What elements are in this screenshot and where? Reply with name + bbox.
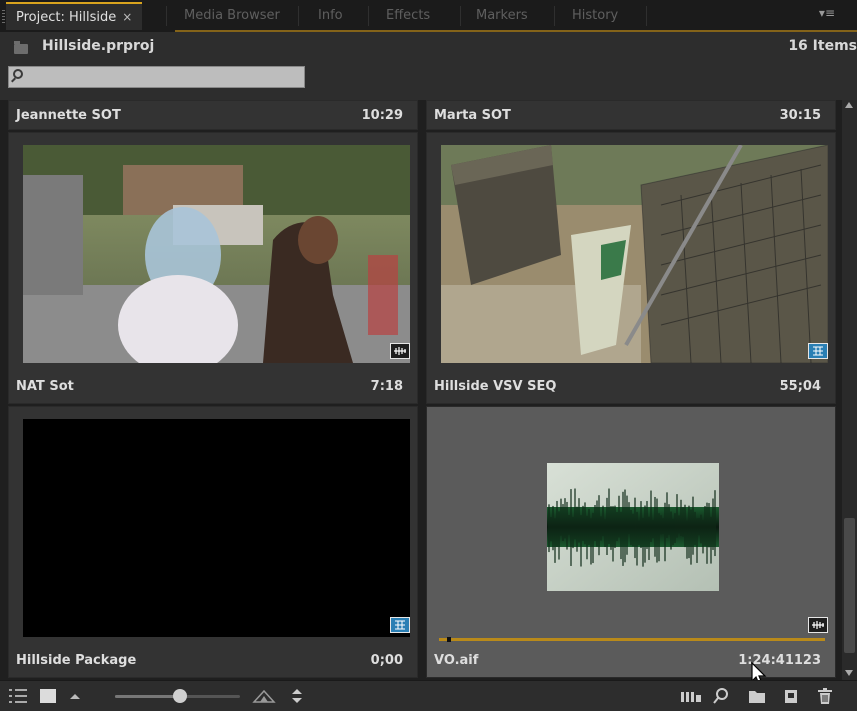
item-name: VO.aif [434,653,479,668]
tab-label: Media Browser [184,8,280,23]
new-item-icon[interactable] [782,687,800,705]
playhead-scrub-bar[interactable] [439,637,825,642]
search-box[interactable] [8,66,305,89]
tab-divider [368,6,369,26]
item-name: Hillside VSV SEQ [434,379,557,394]
tab-divider [554,6,555,26]
tab-divider [646,6,647,26]
tab-project-hillside[interactable]: Project: Hillside × [6,2,143,30]
project-header: Hillside.prproj 16 Items [0,32,857,100]
zoom-slider-fill [115,695,180,698]
tab-markers[interactable]: Markers [466,2,538,30]
grid-item[interactable]: Hillside Package 0;00 [8,406,418,678]
tab-effects[interactable]: Effects [376,2,440,30]
sequence-icon [808,343,828,359]
grid-item[interactable]: Marta SOT 30:15 [426,100,836,130]
zoom-slider-handle[interactable] [173,689,187,703]
scrollbar-thumb[interactable] [844,518,855,653]
tab-history[interactable]: History [562,2,628,30]
panel-menu-icon[interactable]: ▾≡ [819,6,835,20]
zoom-out-icon[interactable] [68,687,82,705]
video-thumbnail [441,145,828,363]
tab-media-browser[interactable]: Media Browser [174,2,290,30]
audio-waveform-thumbnail [547,463,719,591]
video-thumbnail [23,145,410,363]
list-view-icon[interactable] [8,687,28,705]
item-count: 16 Items [788,38,857,54]
tab-divider [166,6,167,26]
scroll-up-icon[interactable] [845,102,853,108]
item-duration: 7:18 [370,379,403,394]
project-bin-icon [14,41,28,54]
sort-icon[interactable] [290,687,304,705]
tab-label: Info [318,8,343,23]
audio-video-icon [808,617,828,633]
bottom-toolbar [0,680,857,711]
tab-bar: Project: Hillside × Media Browser Info Ef… [0,0,857,32]
automate-to-sequence-icon[interactable] [680,687,702,705]
grid-item[interactable]: Hillside VSV SEQ 55;04 [426,132,836,404]
grid-item-selected[interactable]: VO.aif 1:24:41123 [426,406,836,678]
audio-video-icon [390,343,410,359]
icon-view-icon[interactable] [38,687,58,705]
vertical-scrollbar[interactable] [842,100,857,680]
icon-view-grid: Jeannette SOT 10:29 Marta SOT 30:15 NAT … [0,100,842,685]
tab-divider [460,6,461,26]
item-name: NAT Sot [16,379,74,394]
sequence-icon [390,617,410,633]
scroll-down-icon[interactable] [845,670,853,676]
tab-info[interactable]: Info [308,2,353,30]
project-name: Hillside.prproj [42,38,155,54]
item-duration: 30:15 [779,108,821,123]
new-bin-icon[interactable] [748,687,766,705]
tab-close-icon[interactable]: × [122,10,132,24]
zoom-in-icon[interactable] [252,687,276,705]
tab-label: Markers [476,8,528,23]
find-icon[interactable] [712,687,730,705]
grid-item[interactable]: Jeannette SOT 10:29 [8,100,418,130]
grid-item[interactable]: NAT Sot 7:18 [8,132,418,404]
tab-label: Project: Hillside [16,10,117,25]
item-name: Hillside Package [16,653,137,668]
item-duration: 0;00 [370,653,403,668]
item-duration: 10:29 [361,108,403,123]
panel-grip-icon[interactable] [2,10,5,24]
item-name: Jeannette SOT [16,108,121,123]
item-name: Marta SOT [434,108,511,123]
playhead-handle[interactable] [446,637,451,642]
video-thumbnail [23,419,410,637]
tab-divider [298,6,299,26]
delete-icon[interactable] [816,687,834,705]
project-panel: Project: Hillside × Media Browser Info Ef… [0,0,857,711]
tab-label: Effects [386,8,431,23]
tab-label: History [572,8,619,23]
search-icon [13,69,23,79]
search-input[interactable] [29,67,303,89]
item-duration: 55;04 [779,379,821,394]
